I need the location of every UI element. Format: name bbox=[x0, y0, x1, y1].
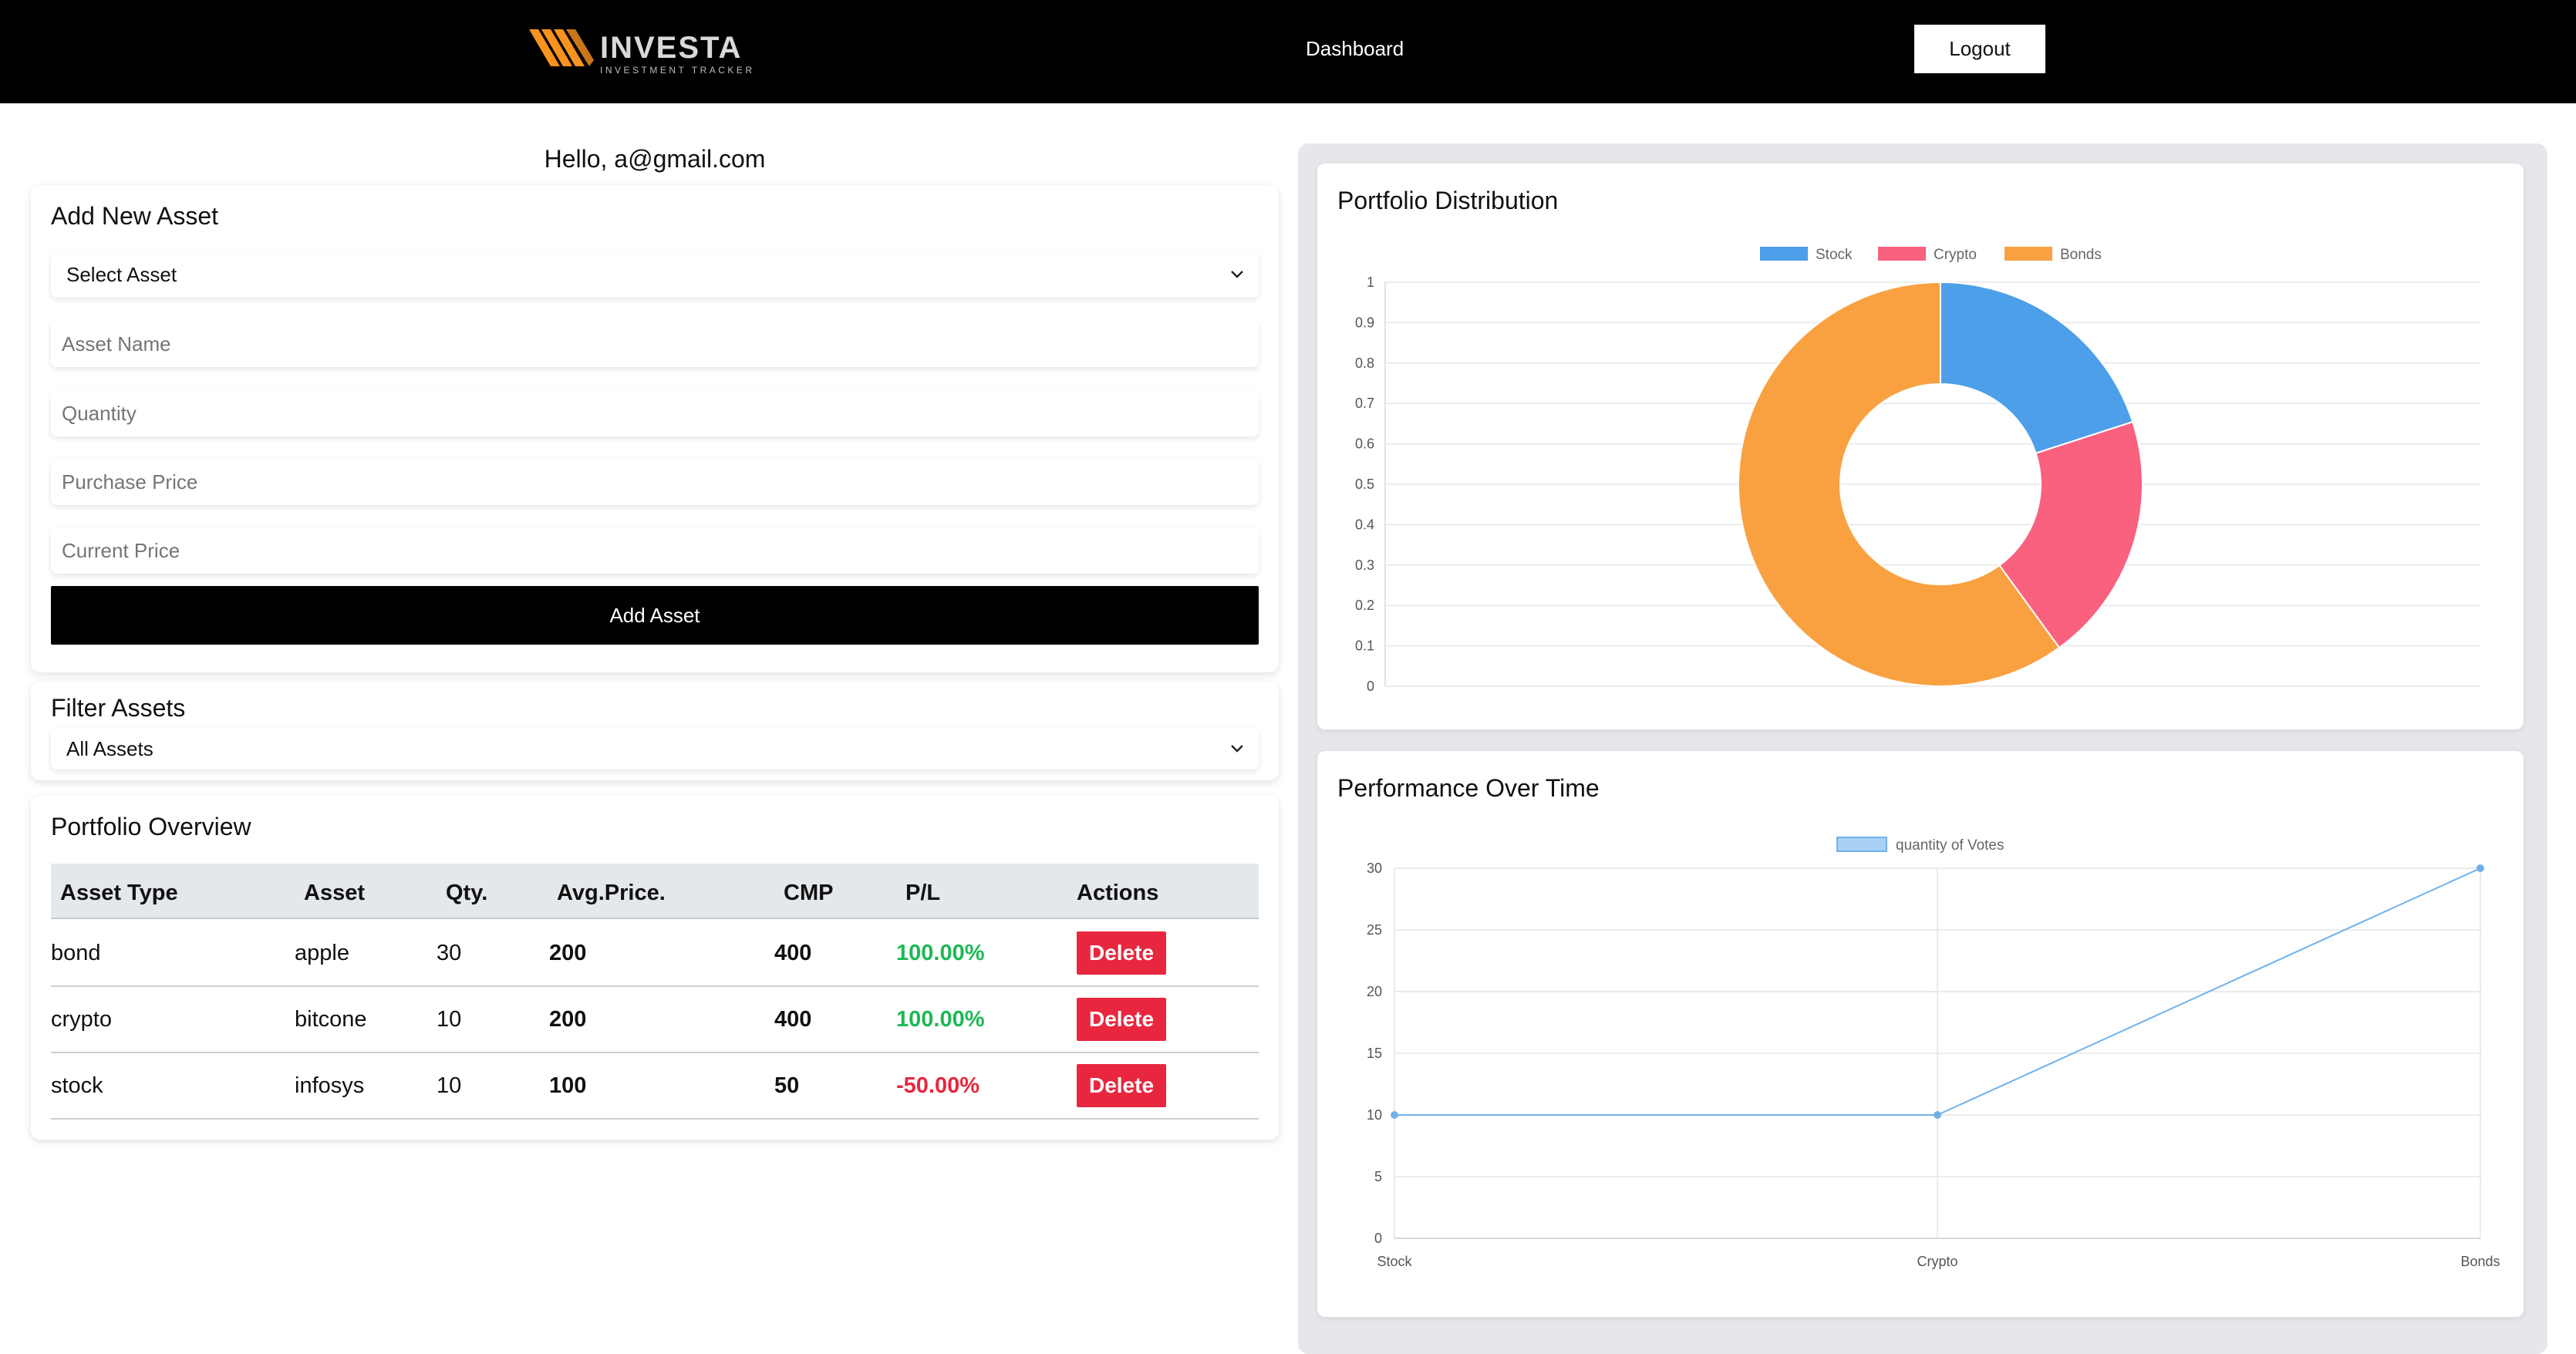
y-tick-label: 1 bbox=[1367, 275, 1374, 290]
y-tick-label: 0.5 bbox=[1355, 477, 1374, 492]
y-tick-label: 20 bbox=[1367, 984, 1382, 999]
asset-type-select-value: Select Asset bbox=[66, 262, 177, 286]
x-tick-label: Bonds bbox=[2460, 1254, 2500, 1269]
data-point bbox=[1934, 1111, 1941, 1119]
quantity-input[interactable] bbox=[51, 390, 1259, 436]
add-asset-title: Add New Asset bbox=[51, 202, 218, 230]
cell-qty: 10 bbox=[437, 1073, 462, 1098]
column-header: Asset bbox=[304, 881, 365, 905]
y-tick-label: 10 bbox=[1367, 1107, 1382, 1123]
table-row: bond apple 30 200 400 100.00% Delete bbox=[51, 921, 1259, 987]
filter-card: Filter Assets All Assets bbox=[31, 682, 1279, 780]
x-tick-label: Stock bbox=[1377, 1254, 1412, 1269]
y-tick-label: 30 bbox=[1367, 861, 1382, 876]
y-tick-label: 0.6 bbox=[1355, 436, 1374, 452]
filter-title: Filter Assets bbox=[51, 694, 186, 722]
delete-button[interactable]: Delete bbox=[1077, 1064, 1166, 1107]
logo[interactable]: INVESTA INVESTMENT TRACKER bbox=[529, 28, 760, 76]
chevron-down-icon bbox=[1231, 745, 1243, 753]
column-header: P/L bbox=[905, 881, 941, 905]
legend-swatch bbox=[1878, 247, 1926, 261]
cell-pl: -50.00% bbox=[896, 1073, 980, 1098]
nav-dashboard-link[interactable]: Dashboard bbox=[1306, 37, 1404, 61]
y-tick-label: 5 bbox=[1374, 1169, 1382, 1184]
cell-cmp: 50 bbox=[774, 1073, 800, 1098]
donut-slice-stock bbox=[1940, 281, 2134, 455]
chevron-down-icon bbox=[1231, 271, 1243, 278]
top-navbar: INVESTA INVESTMENT TRACKER Dashboard Log… bbox=[0, 0, 2576, 103]
legend-label: Stock bbox=[1816, 247, 1853, 263]
legend-swatch bbox=[2004, 247, 2052, 261]
column-header: Qty. bbox=[446, 881, 488, 905]
portfolio-distribution-card: Portfolio Distribution 0 0.1 0.2 0.3 0.4 0.5 0… bbox=[1317, 163, 2524, 729]
cell-asset-type: bond bbox=[51, 941, 101, 965]
legend-label: Crypto bbox=[1934, 247, 1977, 263]
cell-pl: 100.00% bbox=[896, 941, 985, 965]
table-row: stock infosys 10 100 50 -50.00% Delete bbox=[51, 1053, 1259, 1120]
logo-subtitle: INVESTMENT TRACKER bbox=[600, 65, 755, 76]
filter-select-value: All Assets bbox=[66, 736, 153, 760]
y-tick-label: 0 bbox=[1367, 679, 1374, 694]
cell-asset: infosys bbox=[295, 1073, 365, 1098]
y-tick-label: 15 bbox=[1367, 1046, 1382, 1061]
cell-avg-price: 100 bbox=[549, 1073, 587, 1098]
add-asset-button[interactable]: Add Asset bbox=[51, 586, 1259, 645]
add-asset-card: Add New Asset Select Asset Add Asset bbox=[31, 185, 1279, 672]
column-header: Actions bbox=[1077, 881, 1159, 905]
y-tick-label: 0.2 bbox=[1355, 598, 1374, 613]
logo-stripes-icon bbox=[529, 29, 594, 66]
column-header: CMP bbox=[784, 881, 834, 905]
y-tick-label: 0.9 bbox=[1355, 315, 1374, 330]
y-tick-label: 0.4 bbox=[1355, 517, 1374, 532]
asset-type-select[interactable]: Select Asset bbox=[51, 251, 1259, 298]
cell-avg-price: 200 bbox=[549, 1007, 587, 1032]
portfolio-distribution-chart: 0 0.1 0.2 0.3 0.4 0.5 0.6 0.7 0.8 0.9 1 Stock Crypto… bbox=[1355, 247, 2480, 694]
cell-qty: 10 bbox=[437, 1007, 462, 1032]
y-tick-label: 0.3 bbox=[1355, 557, 1374, 573]
portfolio-overview-card: Portfolio Overview Asset Type Asset Qty.… bbox=[31, 796, 1279, 1140]
filter-select[interactable]: All Assets bbox=[51, 728, 1259, 770]
legend-swatch bbox=[1836, 837, 1887, 852]
cell-cmp: 400 bbox=[774, 1007, 812, 1032]
y-tick-label: 0.7 bbox=[1355, 396, 1374, 411]
cell-asset-type: stock bbox=[51, 1073, 103, 1098]
cell-asset-type: crypto bbox=[51, 1007, 112, 1032]
y-tick-label: 0.8 bbox=[1355, 355, 1374, 371]
purchase-price-input[interactable] bbox=[51, 459, 1259, 505]
column-header: Avg.Price. bbox=[557, 881, 666, 905]
data-point bbox=[1391, 1111, 1398, 1119]
logout-button[interactable]: Logout bbox=[1914, 25, 2045, 73]
logo-title: INVESTA bbox=[600, 31, 743, 65]
y-tick-label: 0 bbox=[1374, 1231, 1382, 1246]
table-header: Asset Type Asset Qty. Avg.Price. CMP P/L… bbox=[51, 864, 1259, 919]
legend-label: Bonds bbox=[2060, 247, 2102, 263]
cell-asset: bitcone bbox=[295, 1007, 367, 1032]
table-row: crypto bitcone 10 200 400 100.00% Delete bbox=[51, 987, 1259, 1053]
greeting: Hello, a@gmail.com bbox=[544, 145, 766, 173]
asset-name-input[interactable] bbox=[51, 321, 1259, 367]
legend-label: quantity of Votes bbox=[1896, 837, 2004, 854]
current-price-input[interactable] bbox=[51, 527, 1259, 574]
y-tick-label: 0.1 bbox=[1355, 638, 1374, 654]
performance-chart: 0 5 10 15 20 25 30 Stock Crypto Bonds quantity of … bbox=[1367, 837, 2500, 1269]
overview-title: Portfolio Overview bbox=[51, 813, 251, 840]
data-point bbox=[2477, 864, 2484, 872]
cell-avg-price: 200 bbox=[549, 941, 587, 965]
delete-button[interactable]: Delete bbox=[1077, 931, 1166, 975]
cell-pl: 100.00% bbox=[896, 1007, 985, 1032]
x-tick-label: Crypto bbox=[1917, 1254, 1957, 1269]
cell-cmp: 400 bbox=[774, 941, 812, 965]
column-header: Asset Type bbox=[60, 881, 178, 905]
delete-button[interactable]: Delete bbox=[1077, 998, 1166, 1041]
y-tick-label: 25 bbox=[1367, 922, 1382, 938]
legend-swatch bbox=[1760, 247, 1808, 261]
cell-qty: 30 bbox=[437, 941, 462, 965]
cell-asset: apple bbox=[295, 941, 349, 965]
performance-card: Performance Over Time 0 5 10 15 20 25 30 Stock C… bbox=[1317, 751, 2524, 1317]
